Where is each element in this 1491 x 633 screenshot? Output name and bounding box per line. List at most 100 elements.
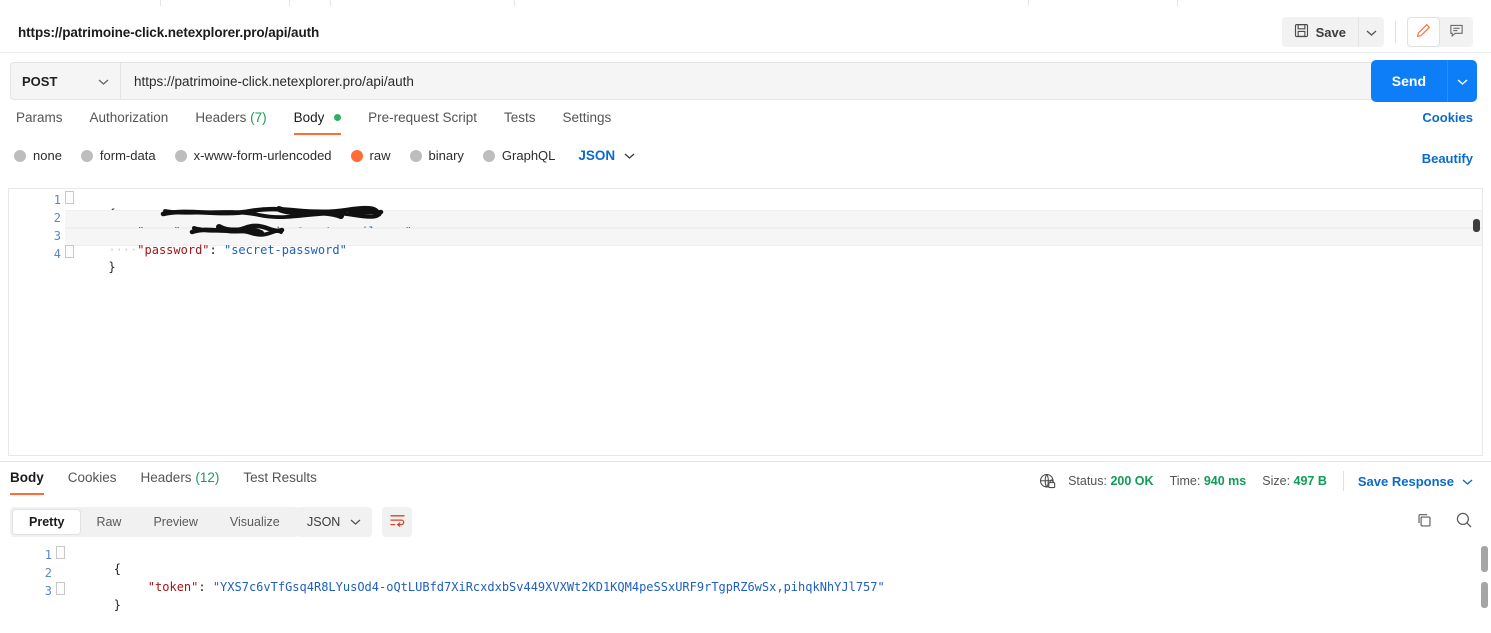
time-label: Time:: [1169, 474, 1201, 488]
radio-label: GraphQL: [501, 148, 556, 163]
response-actions: [1416, 511, 1473, 532]
body-mode-raw[interactable]: raw: [350, 148, 391, 163]
fold-marker[interactable]: [65, 245, 74, 258]
time-label-group: Time: 940 ms: [1170, 474, 1247, 488]
http-method-label: POST: [22, 73, 58, 89]
status-label: Status:: [1068, 474, 1107, 488]
redaction-scribble: [189, 223, 285, 237]
tab-authorization[interactable]: Authorization: [90, 110, 183, 135]
save-response-button[interactable]: Save Response: [1358, 474, 1473, 489]
radio-icon: [14, 149, 26, 162]
view-preview[interactable]: Preview: [137, 510, 213, 534]
comment-icon: [1449, 23, 1464, 41]
body-mode-binary[interactable]: binary: [409, 148, 464, 163]
line-number: 3: [53, 229, 61, 243]
size-value: 497 B: [1293, 474, 1327, 488]
divider: [1342, 471, 1344, 491]
save-button-label: Save: [1315, 24, 1346, 40]
floppy-disk-icon: [1294, 23, 1309, 41]
search-icon[interactable]: [1455, 511, 1473, 532]
edit-button[interactable]: [1407, 17, 1440, 47]
tab-body[interactable]: Body: [293, 110, 356, 135]
body-mode-none[interactable]: none: [14, 148, 62, 163]
tab-label: Settings: [562, 110, 612, 125]
chevron-down-icon: [1366, 25, 1377, 40]
line-number: 4: [53, 247, 61, 261]
body-mode-form-data[interactable]: form-data: [80, 148, 156, 163]
fold-marker[interactable]: [56, 546, 65, 559]
radio-icon: [409, 149, 422, 162]
response-view-bar: Pretty Raw Preview Visualize JSON: [0, 504, 1491, 542]
tab-label: Headers: [195, 110, 247, 125]
response-tab-cookies[interactable]: Cookies: [68, 470, 117, 495]
redaction-scribble: [160, 205, 384, 219]
view-visualize[interactable]: Visualize: [214, 510, 296, 534]
wrap-lines-button[interactable]: [382, 507, 412, 537]
line-number: 1: [53, 193, 61, 207]
comment-button[interactable]: [1440, 17, 1473, 47]
save-options-button[interactable]: [1358, 17, 1384, 47]
body-format-select[interactable]: JSON: [578, 148, 635, 163]
url-input[interactable]: https://patrimoine-click.netexplorer.pro…: [120, 62, 1375, 100]
chevron-down-icon: [624, 148, 635, 163]
active-tab-underline: [10, 492, 44, 495]
save-button[interactable]: Save: [1281, 17, 1358, 47]
body-mode-bar: none form-data x-www-form-urlencoded raw…: [0, 148, 1491, 178]
fold-marker[interactable]: [65, 191, 74, 204]
fold-marker[interactable]: [56, 582, 65, 595]
request-body-editor[interactable]: 1 2 3 4 { ····"user": "sylvain.krier@pro…: [8, 188, 1483, 456]
time-value: 940 ms: [1203, 474, 1247, 488]
response-format-select[interactable]: JSON: [296, 507, 372, 537]
pencil-icon: [1416, 23, 1431, 41]
url-input-value: https://patrimoine-click.netexplorer.pro…: [134, 73, 414, 89]
tab-count: (12): [195, 470, 220, 485]
response-tab-body[interactable]: Body: [10, 470, 44, 495]
tab-params[interactable]: Params: [16, 110, 77, 135]
tab-settings[interactable]: Settings: [562, 110, 625, 135]
radio-icon: [482, 149, 495, 162]
code-token: }: [113, 598, 122, 612]
body-mode-urlencoded[interactable]: x-www-form-urlencoded: [174, 148, 332, 163]
line-number: 2: [44, 566, 52, 580]
request-tab-list: Params Authorization Headers (7) Body Pr…: [16, 110, 638, 135]
send-group: Send: [1370, 60, 1477, 102]
beautify-link[interactable]: Beautify: [1422, 151, 1473, 166]
http-method-select[interactable]: POST: [10, 62, 120, 100]
response-vertical-scrollbar[interactable]: [1481, 546, 1488, 572]
response-tab-list: Body Cookies Headers (12) Test Results: [10, 470, 341, 495]
editor-vertical-scrollbar[interactable]: [1473, 219, 1480, 232]
request-header: https://patrimoine-click.netexplorer.pro…: [0, 6, 1491, 53]
response-pane: Body Cookies Headers (12) Test Results S…: [0, 461, 1491, 633]
tab-headers[interactable]: Headers (7): [195, 110, 280, 135]
tab-label: Pre-request Script: [368, 110, 477, 125]
radio-icon: [174, 149, 187, 162]
view-pretty[interactable]: Pretty: [13, 510, 81, 534]
copy-icon[interactable]: [1416, 512, 1433, 532]
view-raw[interactable]: Raw: [80, 510, 137, 534]
page-title: https://patrimoine-click.netexplorer.pro…: [18, 25, 320, 40]
tab-label: Params: [16, 110, 63, 125]
body-mode-radios: none form-data x-www-form-urlencoded raw…: [14, 148, 635, 163]
cookies-link[interactable]: Cookies: [1422, 110, 1473, 125]
response-body-viewer[interactable]: 1 2 3 { "token": "YXS7c6vTfGsq4R8LYusOd4…: [0, 544, 1491, 633]
size-label-group: Size: 497 B: [1262, 474, 1327, 488]
tab-tests[interactable]: Tests: [504, 110, 550, 135]
code-line: "token": "YXS7c6vTfGsq4R8LYusOd4-oQtLUBf…: [90, 566, 1491, 594]
response-tab-test-results[interactable]: Test Results: [243, 470, 317, 495]
response-vertical-scrollbar-secondary[interactable]: [1481, 582, 1488, 608]
request-tabs: Params Authorization Headers (7) Body Pr…: [0, 110, 1491, 144]
code-line: }: [65, 246, 1482, 274]
body-present-dot-icon: [334, 114, 342, 121]
send-button[interactable]: Send: [1371, 60, 1447, 102]
tab-count: (7): [250, 110, 267, 125]
url-bar: POST https://patrimoine-click.netexplore…: [0, 58, 1491, 104]
radio-label: raw: [369, 148, 391, 163]
radio-label: x-www-form-urlencoded: [193, 148, 332, 163]
wrap-lines-icon: [389, 513, 406, 531]
tab-pre-request-script[interactable]: Pre-request Script: [368, 110, 491, 135]
radio-label: none: [33, 148, 62, 163]
send-options-button[interactable]: [1447, 60, 1477, 102]
response-tab-headers[interactable]: Headers (12): [141, 470, 220, 495]
body-mode-graphql[interactable]: GraphQL: [482, 148, 556, 163]
tab-label: Body: [10, 470, 44, 485]
